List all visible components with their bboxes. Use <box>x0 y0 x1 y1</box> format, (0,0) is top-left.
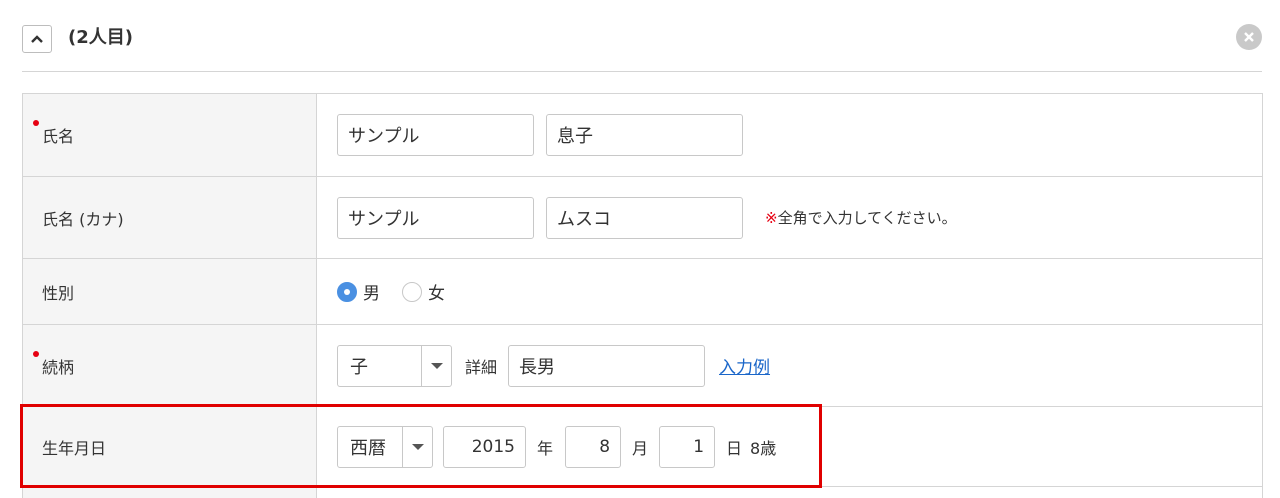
next-label-cell <box>23 487 317 498</box>
person-header: (2人目) <box>22 0 1262 72</box>
chevron-up-icon <box>31 35 43 43</box>
gender-radio-female[interactable] <box>402 281 422 302</box>
detail-label: 詳細 <box>465 357 498 377</box>
relation-detail-input[interactable] <box>508 344 706 387</box>
kana-note: ※全角で入力してください。 <box>765 207 957 228</box>
next-value-cell <box>317 487 1262 498</box>
kana-value-cell: ※全角で入力してください。 <box>317 177 1262 258</box>
last-name-kana-input[interactable] <box>337 196 534 239</box>
birthdate-label-cell: 生年月日 <box>23 407 317 486</box>
name-label: 氏名 <box>42 127 75 146</box>
gender-radio-group: 男 女 <box>337 279 467 304</box>
required-indicator <box>33 120 39 126</box>
name-label-cell: 氏名 <box>23 94 317 176</box>
note-text: 全角で入力してください。 <box>777 209 957 227</box>
kana-row: 氏名 (カナ) ※全角で入力してください。 <box>23 177 1262 259</box>
dropdown-arrow-icon[interactable] <box>421 345 451 386</box>
gender-option-male[interactable]: 男 <box>363 279 380 304</box>
person-title: (2人目) <box>68 27 133 48</box>
input-example-link[interactable]: 入力例 <box>719 353 770 378</box>
era-select-value: 西暦 <box>350 437 386 459</box>
relation-label-cell: 続柄 <box>23 325 317 406</box>
gender-label-cell: 性別 <box>23 259 317 324</box>
birth-day-input[interactable] <box>659 425 716 468</box>
person-form-table: 氏名 氏名 (カナ) ※全角で入力してください。 性別 男 女 <box>22 93 1263 498</box>
age-display: 8歳 <box>750 438 777 458</box>
first-name-input[interactable] <box>546 114 743 156</box>
remove-person-button[interactable] <box>1236 24 1262 50</box>
required-indicator <box>33 351 39 357</box>
name-row: 氏名 <box>23 94 1262 177</box>
first-name-kana-input[interactable] <box>546 196 743 239</box>
birth-year-input[interactable] <box>443 425 526 468</box>
dropdown-arrow-icon[interactable] <box>402 426 432 467</box>
gender-value-cell: 男 女 <box>317 259 1262 324</box>
relation-label: 続柄 <box>42 357 75 377</box>
relation-value-cell: 子 詳細 入力例 <box>317 325 1262 406</box>
close-icon <box>1244 32 1254 42</box>
next-row-partial <box>23 487 1262 498</box>
gender-row: 性別 男 女 <box>23 259 1262 325</box>
birth-month-input[interactable] <box>565 425 622 468</box>
kana-label: 氏名 (カナ) <box>42 209 124 229</box>
gender-label: 性別 <box>42 283 75 303</box>
relation-select-value: 子 <box>350 356 368 378</box>
note-mark: ※ <box>765 209 778 227</box>
relation-row: 続柄 子 詳細 入力例 <box>23 325 1262 407</box>
collapse-button[interactable] <box>22 25 52 53</box>
birthdate-label: 生年月日 <box>42 438 107 458</box>
last-name-input[interactable] <box>337 114 534 156</box>
year-unit: 年 <box>537 438 554 458</box>
gender-radio-male[interactable] <box>337 281 357 302</box>
month-unit: 月 <box>632 438 649 458</box>
birthdate-value-cell: 西暦 年 月 日 8歳 <box>317 407 1262 486</box>
relation-select[interactable]: 子 <box>337 344 452 387</box>
birthdate-row: 生年月日 西暦 年 月 日 8歳 <box>23 407 1262 487</box>
kana-label-cell: 氏名 (カナ) <box>23 177 317 258</box>
era-select[interactable]: 西暦 <box>337 425 433 468</box>
day-unit: 日 <box>726 438 743 458</box>
name-value-cell <box>317 94 1262 176</box>
gender-option-female[interactable]: 女 <box>428 279 445 304</box>
